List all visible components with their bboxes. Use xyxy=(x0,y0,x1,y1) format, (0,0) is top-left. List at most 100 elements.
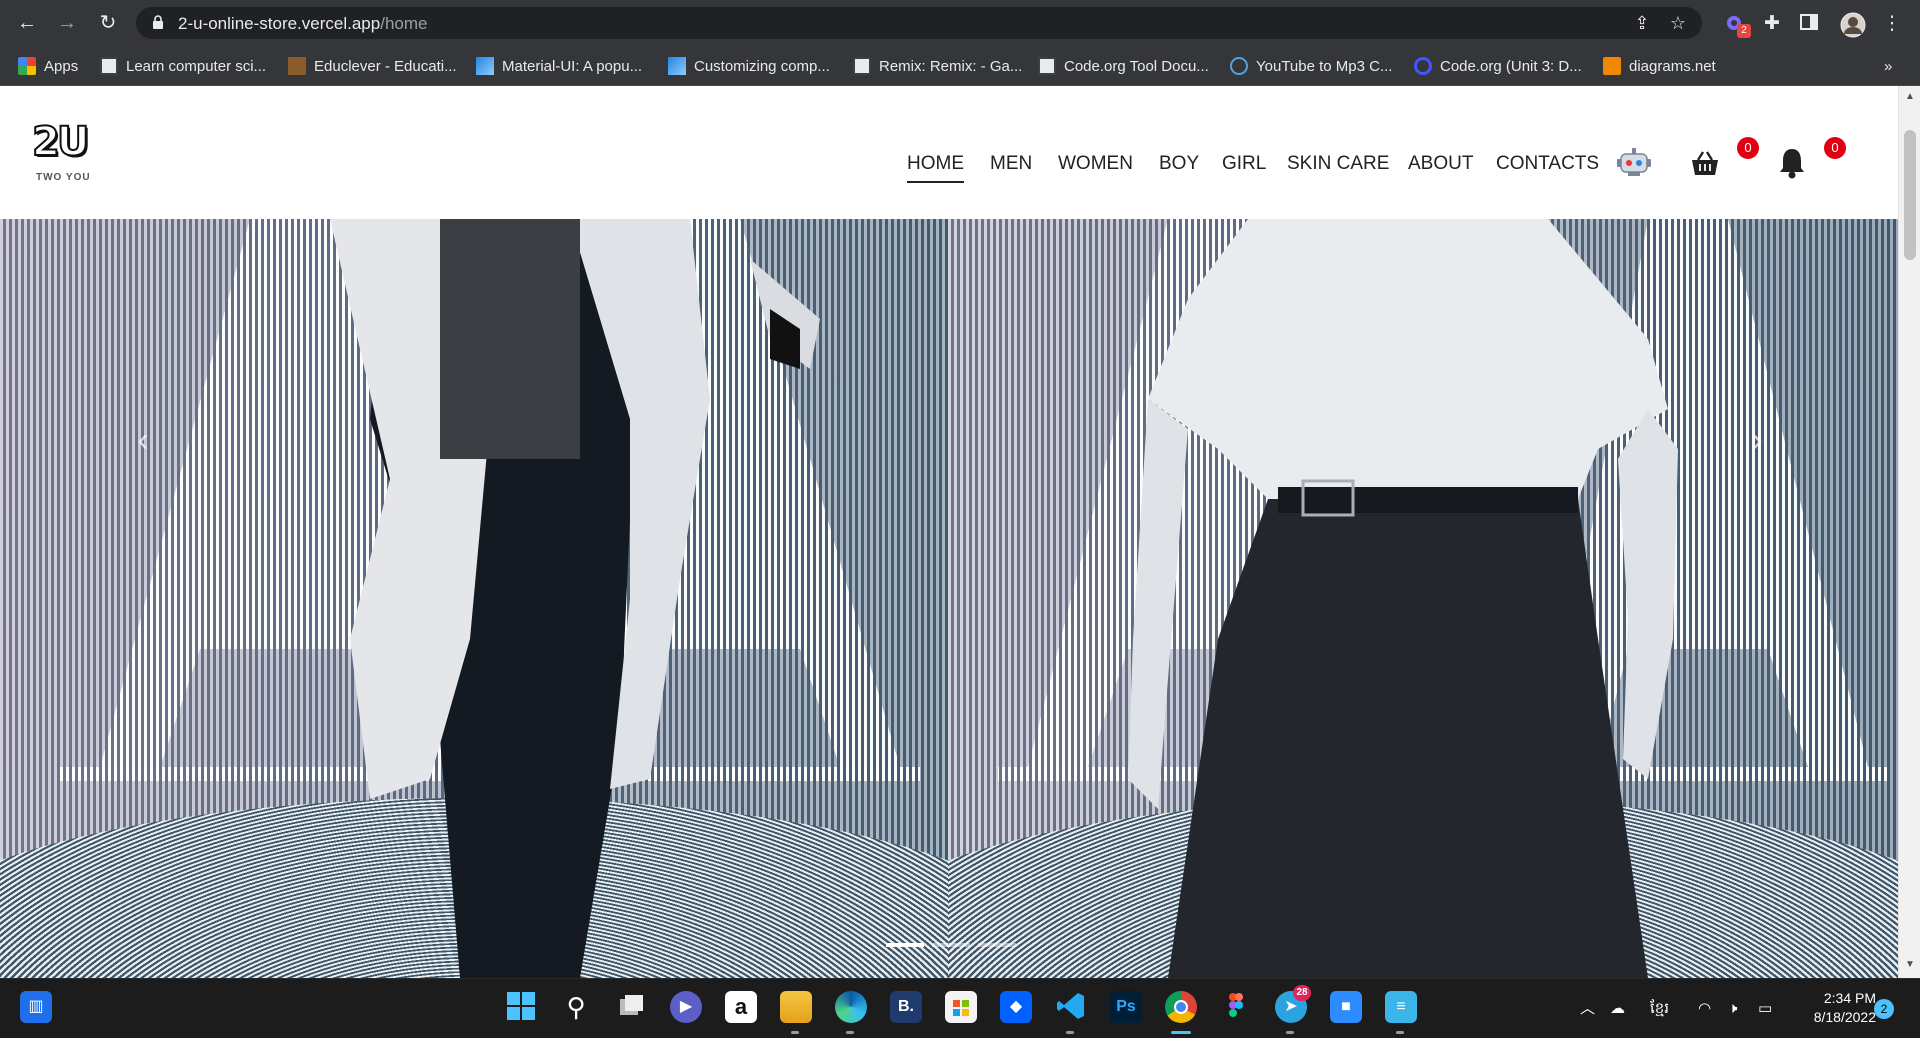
back-arrow-icon[interactable]: ← xyxy=(14,10,40,36)
scroll-up-arrow-icon[interactable]: ▲ xyxy=(1905,92,1915,102)
carousel-indicator-3[interactable] xyxy=(978,943,1016,947)
address-bar[interactable]: 2-u-online-store.vercel.app/home ⇪ ☆ xyxy=(136,7,1702,39)
clock-date: 8/18/2022 xyxy=(1813,1009,1876,1025)
bookmark-apps[interactable]: Apps xyxy=(18,54,78,78)
bookmark-item[interactable]: Educlever - Educati... xyxy=(288,54,457,78)
bookmark-star-icon[interactable]: ☆ xyxy=(1668,13,1688,33)
bookmark-item[interactable]: Customizing comp... xyxy=(668,54,830,78)
bookmark-label: diagrams.net xyxy=(1629,57,1716,75)
url-text[interactable]: 2-u-online-store.vercel.app/home xyxy=(178,14,427,34)
page-scrollbar[interactable]: ▲ ▼ xyxy=(1898,86,1920,978)
bookmark-label: Customizing comp... xyxy=(694,57,830,75)
carousel-indicators xyxy=(886,943,1016,947)
widgets-icon[interactable]: ▥ xyxy=(20,991,52,1023)
chatbot-robot-icon[interactable] xyxy=(1616,144,1652,180)
bookmark-label: Material-UI: A popu... xyxy=(502,57,643,75)
bookmark-item[interactable]: YouTube to Mp3 C... xyxy=(1230,54,1392,78)
extensions-puzzle-icon[interactable]: ✚ xyxy=(1760,12,1784,36)
forward-arrow-icon[interactable]: → xyxy=(54,10,80,36)
amazon-icon[interactable]: a xyxy=(725,991,757,1023)
hero-carousel[interactable]: ‹ › xyxy=(0,219,1898,978)
scroll-down-arrow-icon[interactable]: ▼ xyxy=(1905,960,1915,970)
bookmark-label: Code.org (Unit 3: D... xyxy=(1440,57,1582,75)
side-panel-icon[interactable] xyxy=(1797,12,1821,36)
cart-count-badge: 0 xyxy=(1737,137,1759,159)
notification-count-badge: 0 xyxy=(1824,137,1846,159)
notification-center-badge[interactable]: 2 xyxy=(1874,999,1894,1019)
browser-menu-kebab-icon[interactable]: ⋮ xyxy=(1880,12,1904,36)
bookmark-item[interactable]: Remix: Remix: - Ga... xyxy=(853,54,1022,78)
nav-girl[interactable]: GIRL xyxy=(1222,147,1266,181)
tray-app-icon[interactable]: ☁ xyxy=(1610,999,1625,1019)
dropbox-icon[interactable]: ◆ xyxy=(1000,991,1032,1023)
battery-icon[interactable]: ▭ xyxy=(1758,999,1772,1019)
search-icon[interactable]: ⚲ xyxy=(560,991,592,1023)
shopping-basket-icon[interactable] xyxy=(1690,150,1720,178)
download-icon xyxy=(1230,57,1248,75)
volume-muted-icon[interactable]: 🕨 xyxy=(1728,999,1737,1019)
web-page: 2U TWO YOU HOME MEN WOMEN BOY GIRL SKIN … xyxy=(0,86,1898,978)
nav-men[interactable]: MEN xyxy=(990,147,1032,181)
bookmark-item[interactable]: diagrams.net xyxy=(1603,54,1716,78)
nav-skin-care[interactable]: SKIN CARE xyxy=(1287,147,1389,181)
extension-puzzle-badge-icon[interactable]: 2 xyxy=(1723,12,1751,38)
apps-grid-icon xyxy=(18,57,36,75)
bookmark-item[interactable]: Learn computer sci... xyxy=(100,54,266,78)
bookmark-label: Apps xyxy=(44,57,79,75)
diagrams-icon xyxy=(1603,57,1621,75)
bookmark-label: Educlever - Educati... xyxy=(314,57,457,75)
carousel-indicator-2[interactable] xyxy=(932,943,970,947)
url-host: 2-u-online-store.vercel.app xyxy=(178,14,381,33)
chrome-icon[interactable] xyxy=(1165,991,1197,1023)
lock-icon[interactable] xyxy=(152,15,164,29)
edge-browser-icon[interactable] xyxy=(835,991,867,1023)
bookmark-item[interactable]: Material-UI: A popu... xyxy=(476,54,642,78)
system-clock[interactable]: 2:34 PM 8/18/2022 xyxy=(1786,989,1876,1027)
site-logo[interactable]: 2U xyxy=(31,118,98,170)
figma-icon[interactable] xyxy=(1220,991,1252,1023)
nav-contacts[interactable]: CONTACTS xyxy=(1496,147,1599,181)
nav-home[interactable]: HOME xyxy=(907,147,964,183)
nav-women[interactable]: WOMEN xyxy=(1058,147,1133,181)
carousel-prev-chevron-icon[interactable]: ‹ xyxy=(128,423,158,457)
material-ui-icon xyxy=(668,57,686,75)
zoom-icon[interactable]: ■ xyxy=(1330,991,1362,1023)
hero-slide-left-panel xyxy=(0,219,948,978)
notification-bell-icon[interactable] xyxy=(1778,146,1806,180)
windows-taskbar: ▥ ⚲ ▶ a B. ◆ Ps ➤ 28 ■ ≡ ︿ ☁ ខ្មែរ ◠ 🕨 ▭… xyxy=(0,978,1920,1038)
start-windows-icon[interactable] xyxy=(505,991,537,1023)
material-ui-icon xyxy=(476,57,494,75)
logo-subtitle: TWO YOU xyxy=(36,172,91,183)
tray-overflow-chevron-icon[interactable]: ︿ xyxy=(1580,999,1595,1019)
vscode-icon[interactable] xyxy=(1055,991,1087,1023)
bookmark-item[interactable]: Code.org Tool Docu... xyxy=(1038,54,1209,78)
profile-avatar[interactable] xyxy=(1840,12,1866,38)
teams-chat-icon[interactable]: ▶ xyxy=(670,991,702,1023)
share-icon[interactable]: ⇪ xyxy=(1632,13,1652,33)
task-view-icon[interactable] xyxy=(615,991,647,1023)
nav-about[interactable]: ABOUT xyxy=(1408,147,1473,181)
bookmark-label: Learn computer sci... xyxy=(126,57,267,75)
carousel-next-chevron-icon[interactable]: › xyxy=(1742,423,1772,457)
telegram-badge: 28 xyxy=(1293,985,1311,1001)
hero-slide-right-panel xyxy=(948,219,1898,978)
bookmark-item[interactable]: Code.org (Unit 3: D... xyxy=(1414,54,1582,78)
url-path: /home xyxy=(380,14,428,33)
code-org-icon xyxy=(100,57,118,75)
scrollbar-thumb[interactable] xyxy=(1904,130,1916,260)
reload-icon[interactable]: ↻ xyxy=(95,10,121,36)
nav-boy[interactable]: BOY xyxy=(1159,147,1199,181)
telegram-icon[interactable]: ➤ 28 xyxy=(1275,985,1311,1023)
model-photo-left xyxy=(330,219,820,978)
input-language[interactable]: ខ្មែរ xyxy=(1650,999,1669,1019)
quizlet-icon xyxy=(1414,57,1432,75)
wifi-icon[interactable]: ◠ xyxy=(1698,999,1711,1019)
notepad-icon[interactable]: ≡ xyxy=(1385,991,1417,1023)
microsoft-store-icon[interactable] xyxy=(945,991,977,1023)
bookmarks-overflow-chevron-icon[interactable]: » xyxy=(1884,54,1892,78)
bookmark-label: Remix: Remix: - Ga... xyxy=(879,57,1023,75)
b-app-icon[interactable]: B. xyxy=(890,991,922,1023)
file-explorer-icon[interactable] xyxy=(780,991,812,1023)
photoshop-icon[interactable]: Ps xyxy=(1110,991,1142,1023)
carousel-indicator-1[interactable] xyxy=(886,943,924,947)
